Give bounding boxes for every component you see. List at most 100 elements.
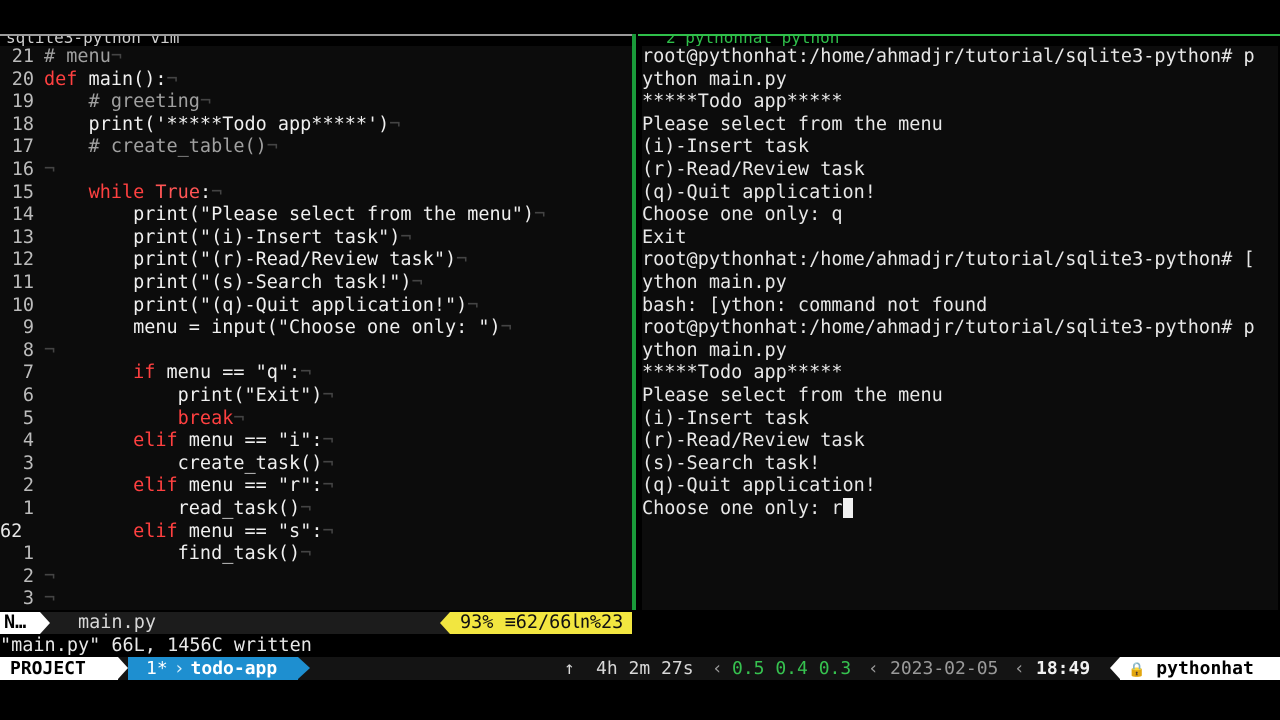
- terminal-cursor: [842, 498, 853, 518]
- terminal-output-line: (r)-Read/Review task: [642, 430, 865, 452]
- editor-line[interactable]: 5 break¬: [0, 408, 632, 431]
- code-text: while True:¬: [44, 181, 223, 205]
- eol-marker-icon: ¬: [322, 520, 334, 542]
- editor-line[interactable]: 7 if menu == "q":¬: [0, 362, 632, 385]
- code-token: # greeting: [44, 91, 200, 113]
- terminal-prompt-line[interactable]: Choose one only: r: [642, 498, 853, 521]
- editor-line[interactable]: 1 read_task()¬: [0, 498, 632, 521]
- editor-line[interactable]: 2 elif menu == "r":¬: [0, 475, 632, 498]
- code-text: print("(s)-Search task!")¬: [44, 272, 423, 295]
- editor-line[interactable]: 11 print("(s)-Search task!")¬: [0, 272, 632, 295]
- uptime: 4h 2m 27s: [596, 658, 694, 679]
- terminal-output-line: Please select from the menu: [642, 385, 943, 406]
- editor-line[interactable]: 18 print('*****Todo app*****')¬: [0, 114, 632, 137]
- editor-line[interactable]: 19 # greeting¬: [0, 91, 632, 114]
- code-token: create_task(): [44, 452, 323, 474]
- chevron-left-icon-3: ‹: [1014, 658, 1025, 679]
- position-arrow-icon: [440, 612, 450, 634]
- line-number: 2: [22, 475, 34, 497]
- line-number: 10: [11, 294, 34, 316]
- code-token: elif: [133, 520, 178, 542]
- code-text: ¬: [44, 566, 55, 589]
- top-letterbox: [0, 0, 1280, 34]
- tmux-window-tab[interactable]: 1* › todo-app: [128, 657, 298, 680]
- pane-divider[interactable]: [632, 34, 636, 610]
- editor-line[interactable]: 2 ¬: [0, 566, 632, 589]
- editor-line[interactable]: 12 print("(r)-Read/Review task")¬: [0, 249, 632, 272]
- vim-command-line[interactable]: "main.py" 66L, 1456C written: [0, 634, 632, 657]
- editor-line[interactable]: 3 create_task()¬: [0, 453, 632, 476]
- editor-line[interactable]: 17 # create_table()¬: [0, 136, 632, 159]
- eol-marker-icon: ¬: [233, 407, 245, 429]
- editor-line[interactable]: 10 print("(q)-Quit application!")¬: [0, 295, 632, 318]
- code-token: print('*****Todo app*****'): [44, 113, 390, 135]
- editor-line[interactable]: 3 ¬: [0, 588, 632, 611]
- code-text: create_task()¬: [44, 453, 334, 476]
- line-number: 18: [11, 113, 34, 135]
- eol-marker-icon: ¬: [322, 430, 334, 452]
- window-index: 1*: [146, 658, 168, 679]
- code-token: # menu: [44, 46, 111, 67]
- eol-marker-icon: ¬: [110, 46, 122, 67]
- editor-line[interactable]: 9 menu = input("Choose one only: ")¬: [0, 317, 632, 340]
- code-token: find_task(): [44, 543, 301, 565]
- eol-marker-icon: ¬: [322, 452, 334, 474]
- terminal-pane[interactable]: root@pythonhat:/home/ahmadjr/tutorial/sq…: [642, 46, 1278, 610]
- code-text: # create_table()¬: [44, 136, 278, 159]
- lock-icon: 🔒: [1128, 662, 1146, 678]
- terminal-output-line: (s)-Search task!: [642, 452, 821, 474]
- code-token: print("(i)-Insert task"): [44, 226, 401, 248]
- eol-marker-icon: ¬: [456, 249, 468, 271]
- window-name: todo-app: [190, 658, 278, 679]
- editor-line[interactable]: 8 ¬: [0, 340, 632, 363]
- bottom-letterbox: [0, 682, 1280, 720]
- host-arrow-icon: [1110, 657, 1120, 679]
- eol-marker-icon: ¬: [166, 68, 178, 90]
- code-text: menu = input("Choose one only: ")¬: [44, 317, 512, 340]
- editor-line[interactable]: 20 def main():¬: [0, 69, 632, 92]
- window-separator-icon: ›: [173, 658, 185, 679]
- typed-input[interactable]: r: [831, 498, 842, 519]
- session-arrow-icon: [118, 657, 128, 679]
- line-number: 3: [22, 452, 34, 474]
- terminal-output-line: (i)-Insert task: [642, 136, 810, 158]
- editor-line[interactable]: 21 # menu¬: [0, 46, 632, 69]
- code-token: elif: [133, 475, 178, 497]
- eol-marker-icon: ¬: [266, 136, 278, 158]
- code-text: ¬: [44, 159, 55, 182]
- code-text: print("(q)-Quit application!")¬: [44, 295, 478, 318]
- editor-line[interactable]: 62 elif menu == "s":¬: [0, 521, 632, 544]
- line-number: 21: [11, 46, 34, 67]
- editor-line[interactable]: 4 elif menu == "i":¬: [0, 430, 632, 453]
- editor-line[interactable]: 1 find_task()¬: [0, 543, 632, 566]
- editor-line[interactable]: 16 ¬: [0, 159, 632, 182]
- eol-marker-icon: ¬: [400, 226, 412, 248]
- code-token: if: [133, 362, 156, 384]
- hostname: pythonhat: [1156, 658, 1254, 679]
- editor-line[interactable]: 15 while True:¬: [0, 182, 632, 205]
- eol-marker-icon: ¬: [322, 385, 334, 406]
- terminal-output-line: ython main.py: [642, 272, 787, 293]
- terminal-output-line: Choose one only: q: [642, 204, 843, 226]
- line-number: 19: [11, 91, 34, 113]
- terminal-output-line: ython main.py: [642, 68, 787, 90]
- mode-arrow-icon: [40, 612, 50, 634]
- vim-editor-pane[interactable]: 21 # menu¬ 20 def main():¬ 19 # greeting¬ 18 …: [0, 46, 632, 610]
- terminal-output-line: (q)-Quit application!: [642, 181, 876, 203]
- eol-marker-icon: ¬: [300, 543, 312, 565]
- code-text: print("Please select from the menu")¬: [44, 204, 545, 227]
- tmux-session-name[interactable]: PROJECT: [0, 657, 118, 680]
- code-text: break¬: [44, 408, 245, 431]
- line-number: 1: [22, 498, 34, 519]
- code-token: :: [199, 181, 212, 203]
- editor-line[interactable]: 6 print("Exit")¬: [0, 385, 632, 408]
- terminal-output-line: Exit: [642, 226, 687, 248]
- editor-line[interactable]: 14 print("Please select from the menu")¬: [0, 204, 632, 227]
- status-time: 18:49: [1036, 658, 1091, 679]
- terminal-output-line: Please select from the menu: [642, 113, 943, 135]
- code-token: True: [155, 181, 200, 203]
- editor-line[interactable]: 13 print("(i)-Insert task")¬: [0, 227, 632, 250]
- code-token: menu = input("Choose one only: "): [44, 317, 501, 339]
